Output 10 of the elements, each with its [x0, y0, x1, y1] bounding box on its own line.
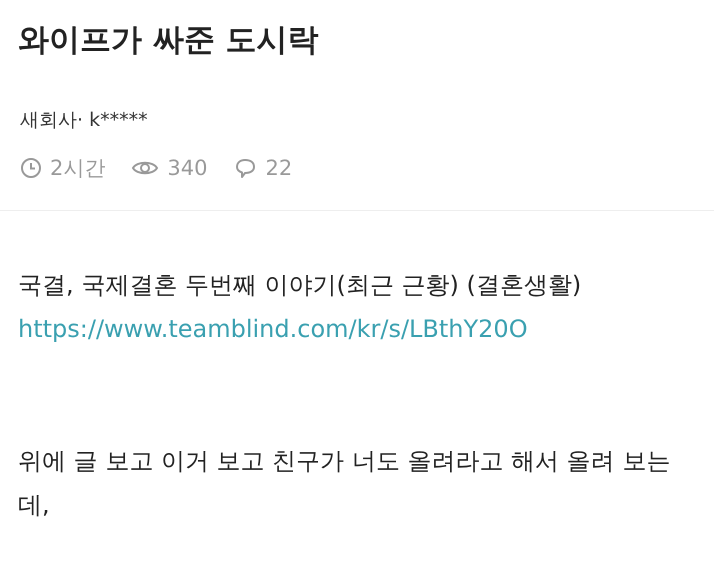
clock-icon [20, 157, 42, 179]
view-count: 340 [167, 156, 208, 180]
post-title: 와이프가 싸준 도시락 [17, 21, 320, 60]
comment-count: 22 [265, 156, 292, 180]
comment-icon [233, 156, 258, 180]
body-text: 국결, 국제결혼 두번째 이야기(최근 근황) (결혼생활) [18, 270, 582, 301]
body-text: 위에 글 보고 이거 보고 친구가 너도 올려라고 해서 올려 보는데, [18, 446, 672, 521]
post-time: 2시간 [50, 155, 106, 182]
post-link[interactable]: https://www.teamblind.com/kr/s/LBthY20O [18, 315, 528, 343]
author-info: 새회사· k***** [19, 108, 149, 133]
